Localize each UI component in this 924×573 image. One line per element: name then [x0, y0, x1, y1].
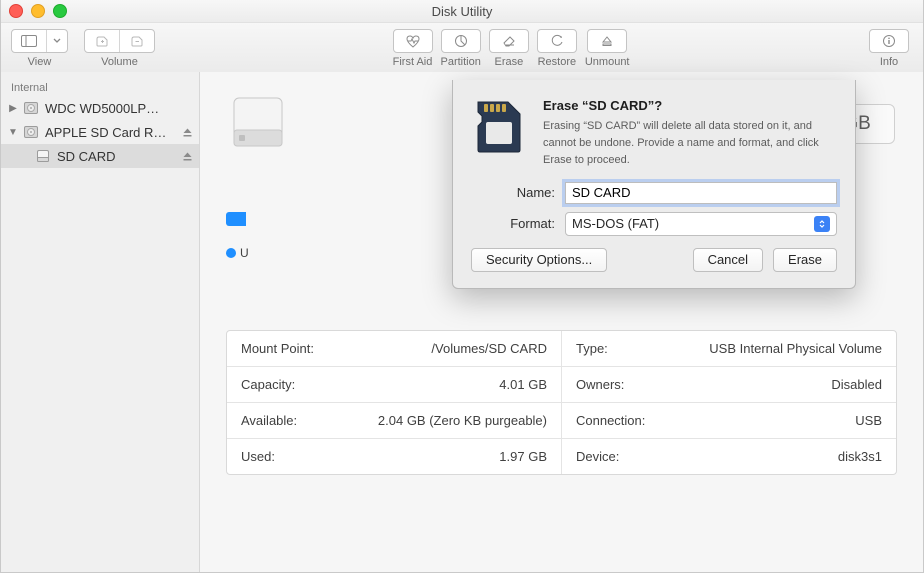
info-cell-capacity: Capacity:4.01 GB — [227, 367, 561, 402]
info-cell-device: Device:disk3s1 — [561, 439, 896, 474]
disclosure-triangle-icon[interactable]: ▶ — [7, 103, 19, 114]
erase-button[interactable] — [489, 29, 529, 53]
format-value: MS-DOS (FAT) — [572, 216, 659, 231]
window-title: Disk Utility — [1, 4, 923, 19]
legend-dot — [226, 248, 236, 258]
unmount-label: Unmount — [585, 56, 630, 68]
info-cell-owners: Owners:Disabled — [561, 367, 896, 402]
first-aid-label: First Aid — [393, 56, 433, 68]
volume-remove-icon[interactable] — [119, 30, 154, 52]
info-table: Mount Point:/Volumes/SD CARD Type:USB In… — [226, 330, 897, 475]
info-button[interactable] — [869, 29, 909, 53]
sidebar-item-wdc[interactable]: ▶ WDC WD5000LP… — [1, 96, 199, 120]
volume-icon — [35, 148, 51, 164]
sidebar: Internal ▶ WDC WD5000LP… ▼ APPLE SD Card… — [1, 72, 200, 572]
modal-title: Erase “SD CARD”? — [543, 98, 837, 113]
view-segmented[interactable] — [11, 29, 68, 53]
sidebar-header: Internal — [1, 78, 199, 96]
erase-sheet: Erase “SD CARD”? Erasing “SD CARD” will … — [452, 80, 856, 289]
chevron-down-icon[interactable] — [46, 30, 67, 52]
volume-add-icon[interactable] — [85, 30, 119, 52]
info-cell-type: Type:USB Internal Physical Volume — [561, 331, 896, 366]
unmount-button[interactable] — [587, 29, 627, 53]
restore-label: Restore — [538, 56, 577, 68]
cancel-button[interactable]: Cancel — [693, 248, 763, 272]
info-cell-available: Available:2.04 GB (Zero KB purgeable) — [227, 403, 561, 438]
legend-label-fragment: U — [240, 246, 249, 260]
info-cell-used: Used:1.97 GB — [227, 439, 561, 474]
content: 4.01 GB U Mount Point:/Volumes/SD CARD T… — [200, 72, 923, 572]
sidebar-item-label: WDC WD5000LP… — [45, 101, 159, 116]
sidebar-item-sd-card[interactable]: SD CARD — [1, 144, 199, 168]
sidebar-toggle-icon[interactable] — [12, 30, 46, 52]
sidebar-item-label: SD CARD — [57, 149, 116, 164]
eject-icon[interactable] — [182, 127, 193, 138]
select-caret-icon — [814, 216, 830, 232]
volume-large-icon — [226, 90, 290, 154]
name-input[interactable] — [565, 182, 837, 204]
name-label: Name: — [471, 185, 555, 200]
internal-disk-icon — [23, 100, 39, 116]
partition-button[interactable] — [441, 29, 481, 53]
erase-confirm-button[interactable]: Erase — [773, 248, 837, 272]
disclosure-triangle-icon[interactable]: ▼ — [7, 127, 19, 138]
partition-label: Partition — [441, 56, 481, 68]
info-label: Info — [880, 56, 898, 68]
view-label: View — [28, 56, 52, 68]
format-label: Format: — [471, 216, 555, 231]
internal-disk-icon — [23, 124, 39, 140]
usage-bar-fragment — [226, 212, 246, 226]
sd-card-icon — [471, 98, 527, 154]
volume-segmented[interactable] — [84, 29, 155, 53]
titlebar: Disk Utility — [1, 0, 923, 23]
modal-message: Erasing “SD CARD” will delete all data s… — [543, 120, 819, 166]
security-options-button[interactable]: Security Options... — [471, 248, 607, 272]
erase-label: Erase — [494, 56, 523, 68]
format-select[interactable]: MS-DOS (FAT) — [565, 212, 837, 236]
info-cell-mount-point: Mount Point:/Volumes/SD CARD — [227, 331, 561, 366]
sidebar-item-label: APPLE SD Card R… — [45, 125, 166, 140]
volume-label: Volume — [101, 56, 138, 68]
sidebar-item-apple-sd[interactable]: ▼ APPLE SD Card R… — [1, 120, 199, 144]
restore-button[interactable] — [537, 29, 577, 53]
first-aid-button[interactable] — [393, 29, 433, 53]
eject-icon[interactable] — [182, 151, 193, 162]
info-cell-connection: Connection:USB — [561, 403, 896, 438]
